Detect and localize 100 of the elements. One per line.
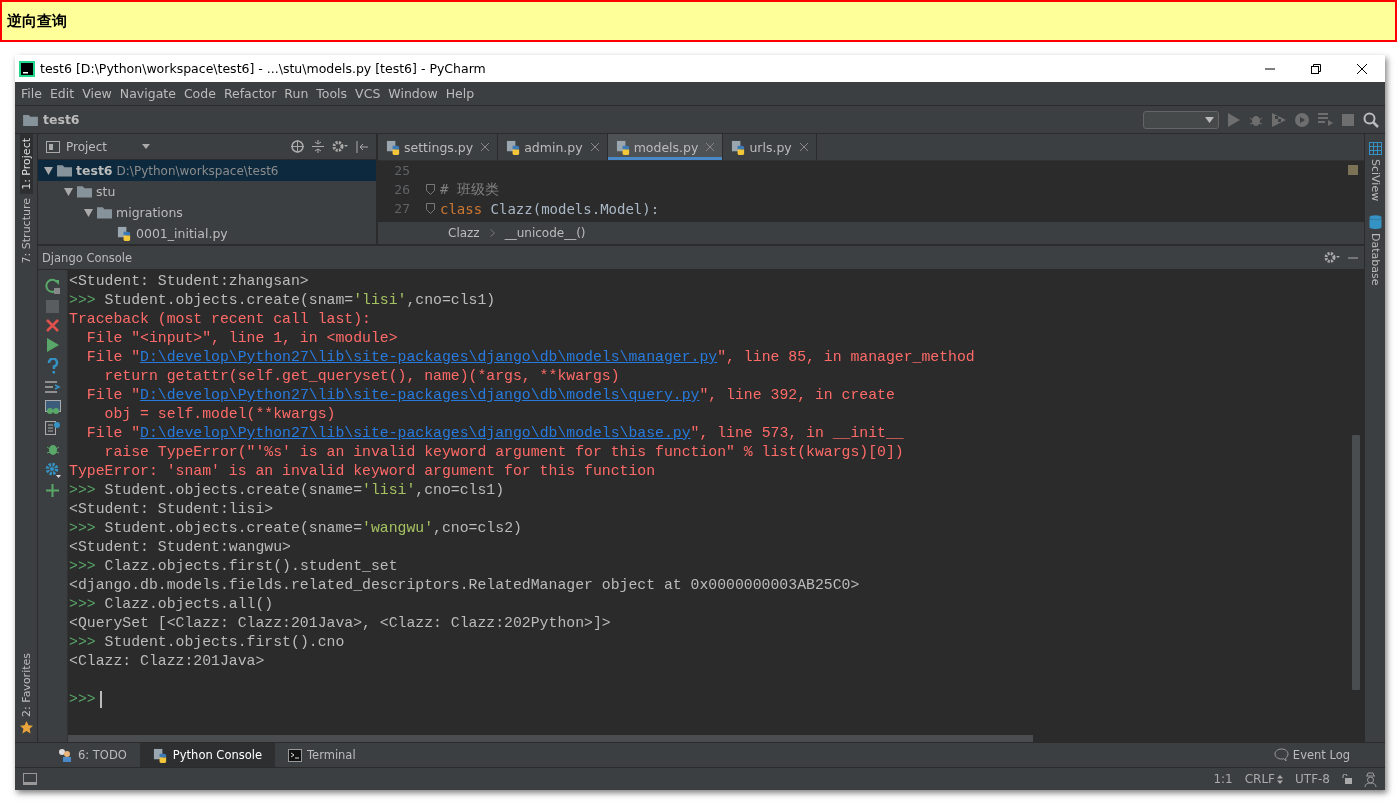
- prompt: >>>: [69, 520, 96, 536]
- close-icon[interactable]: [1356, 62, 1368, 75]
- command-text: Student.objects.create(sname='lisi',cno=cls1): [104, 482, 505, 498]
- file-encoding[interactable]: UTF-8: [1295, 772, 1330, 786]
- warning-marker[interactable]: [1348, 165, 1358, 175]
- run-icon[interactable]: [46, 338, 59, 352]
- inspector-icon[interactable]: [1364, 771, 1377, 787]
- dropdown-caret-icon[interactable]: [142, 144, 150, 149]
- panel-title[interactable]: Project: [66, 139, 136, 154]
- document-icon[interactable]: [45, 421, 60, 436]
- expand-arrow-icon[interactable]: [44, 166, 53, 175]
- tree-item[interactable]: stu: [38, 181, 376, 202]
- profile-icon[interactable]: [1295, 112, 1309, 127]
- panel-toggle-icon[interactable]: [23, 773, 37, 785]
- expand-arrow-icon[interactable]: [84, 208, 93, 217]
- menu-item[interactable]: Window: [384, 86, 442, 101]
- text-cursor: [99, 690, 102, 708]
- file-link[interactable]: D:\develop\Python27\lib\site-packages\django\db\models\manager.py: [140, 349, 718, 365]
- command-text: Student.objects.create(snam='lisi',cno=cls1): [104, 292, 496, 308]
- editor-tab[interactable]: admin.py: [498, 134, 608, 160]
- breadcrumb-project[interactable]: test6: [43, 112, 1138, 127]
- speech-bubble-icon: [1273, 748, 1289, 762]
- rerun-icon[interactable]: [44, 278, 61, 294]
- collapse-icon[interactable]: [312, 140, 324, 153]
- error-text: File "<input>", line 1, in <module>: [85, 329, 399, 348]
- menu-item[interactable]: Tools: [312, 86, 352, 101]
- lock-icon[interactable]: [1342, 774, 1352, 784]
- coverage-icon[interactable]: [1272, 112, 1286, 127]
- bug-icon[interactable]: [45, 442, 60, 456]
- folder-icon: [77, 185, 92, 198]
- plus-icon[interactable]: [46, 484, 59, 497]
- python-icon: [152, 747, 168, 763]
- file-link[interactable]: D:\develop\Python27\lib\site-packages\django\db\models\query.py: [140, 387, 700, 403]
- event-log-button[interactable]: Event Log: [1292, 748, 1350, 762]
- fold-icon[interactable]: [426, 183, 435, 195]
- editor-tab[interactable]: models.py: [607, 134, 724, 160]
- menu-item[interactable]: Code: [179, 86, 220, 101]
- python-file-icon: [506, 139, 522, 155]
- tool-window-tab[interactable]: SciView: [1368, 159, 1382, 202]
- tool-window-tab[interactable]: 6: TODO: [45, 743, 140, 767]
- close-tab-icon[interactable]: [481, 143, 490, 151]
- gear-icon[interactable]: [44, 462, 61, 478]
- python-file-icon: [615, 139, 631, 155]
- tool-window-tab[interactable]: 7: Structure: [19, 193, 33, 268]
- menu-item[interactable]: Run: [280, 86, 313, 101]
- console-output: <Student: Student:wangwu>: [69, 538, 292, 557]
- close-tab-icon[interactable]: [706, 143, 715, 151]
- run-configuration-dropdown[interactable]: [1143, 110, 1219, 129]
- menu-item[interactable]: File: [17, 86, 46, 101]
- menu-item[interactable]: View: [78, 86, 116, 101]
- tree-item[interactable]: migrations: [38, 202, 376, 223]
- menu-item[interactable]: Navigate: [115, 86, 180, 101]
- scrollbar[interactable]: [68, 735, 1033, 742]
- menu-item[interactable]: Refactor: [219, 86, 281, 101]
- locate-icon[interactable]: [291, 140, 304, 153]
- hide-panel-icon[interactable]: [356, 140, 368, 153]
- command-text: Student.objects.create(sname='wangwu',cno=cls2): [104, 520, 522, 536]
- terminal-icon: [288, 748, 302, 762]
- close-tab-icon[interactable]: [590, 143, 599, 151]
- settings-icon[interactable]: [1324, 251, 1340, 264]
- tool-window-tab[interactable]: 2: Favorites: [19, 649, 33, 721]
- star-icon[interactable]: [19, 721, 33, 734]
- tree-item[interactable]: test6 D:\Python\workspace\test6: [38, 160, 376, 181]
- menu-item[interactable]: VCS: [351, 86, 385, 101]
- folder-icon: [57, 164, 72, 177]
- error-text: return getattr(self.get_queryset(), name)(*args, **kwargs): [103, 367, 621, 386]
- tool-window-tab[interactable]: Database: [1368, 233, 1382, 286]
- variables-icon[interactable]: [44, 380, 61, 394]
- prompt: >>>: [69, 558, 96, 574]
- traceback-line: File "D:\develop\Python27\lib\site-packages\django\db\models\query.py", line 392, in create: [85, 386, 896, 405]
- prompt: >>>: [69, 596, 96, 612]
- fold-icon[interactable]: [426, 202, 435, 214]
- folder-icon: [97, 206, 112, 219]
- breadcrumb-item[interactable]: Clazz: [448, 226, 480, 240]
- file-link[interactable]: D:\develop\Python27\lib\site-packages\django\db\models\base.py: [140, 425, 691, 441]
- search-icon[interactable]: [1363, 111, 1379, 128]
- tool-window-tab[interactable]: Terminal: [275, 743, 369, 767]
- tool-window-tab[interactable]: 1: Project: [19, 134, 33, 194]
- scrollbar[interactable]: [1352, 435, 1360, 690]
- run-icon[interactable]: [1228, 112, 1240, 127]
- settings-icon[interactable]: [332, 140, 348, 153]
- console-output: <QuerySet [<Clazz: Clazz:201Java>, <Clazz: Clazz:202Python>]>: [69, 614, 612, 633]
- help-icon[interactable]: [46, 358, 59, 374]
- editor-tab[interactable]: settings.py: [378, 134, 499, 160]
- menu-item[interactable]: Edit: [45, 86, 79, 101]
- maximize-icon[interactable]: [1310, 62, 1322, 75]
- tool-window-tab[interactable]: Python Console: [139, 743, 275, 767]
- expand-arrow-icon[interactable]: [64, 187, 73, 196]
- cursor-position[interactable]: 1:1: [1213, 772, 1233, 786]
- tree-item[interactable]: 0001_initial.py: [38, 223, 376, 244]
- list-run-icon[interactable]: [1318, 113, 1333, 126]
- menu-item[interactable]: Help: [441, 86, 479, 101]
- line-separator[interactable]: CRLF: [1244, 772, 1275, 786]
- close-tab-icon[interactable]: [799, 143, 808, 151]
- stop-icon[interactable]: [1342, 113, 1354, 126]
- prompt: >>>: [69, 634, 96, 650]
- console-output-area[interactable]: [68, 270, 1364, 742]
- image-icon[interactable]: [44, 400, 61, 415]
- editor-tab[interactable]: urls.py: [723, 134, 817, 160]
- breadcrumb-item[interactable]: __unicode__(): [504, 226, 586, 240]
